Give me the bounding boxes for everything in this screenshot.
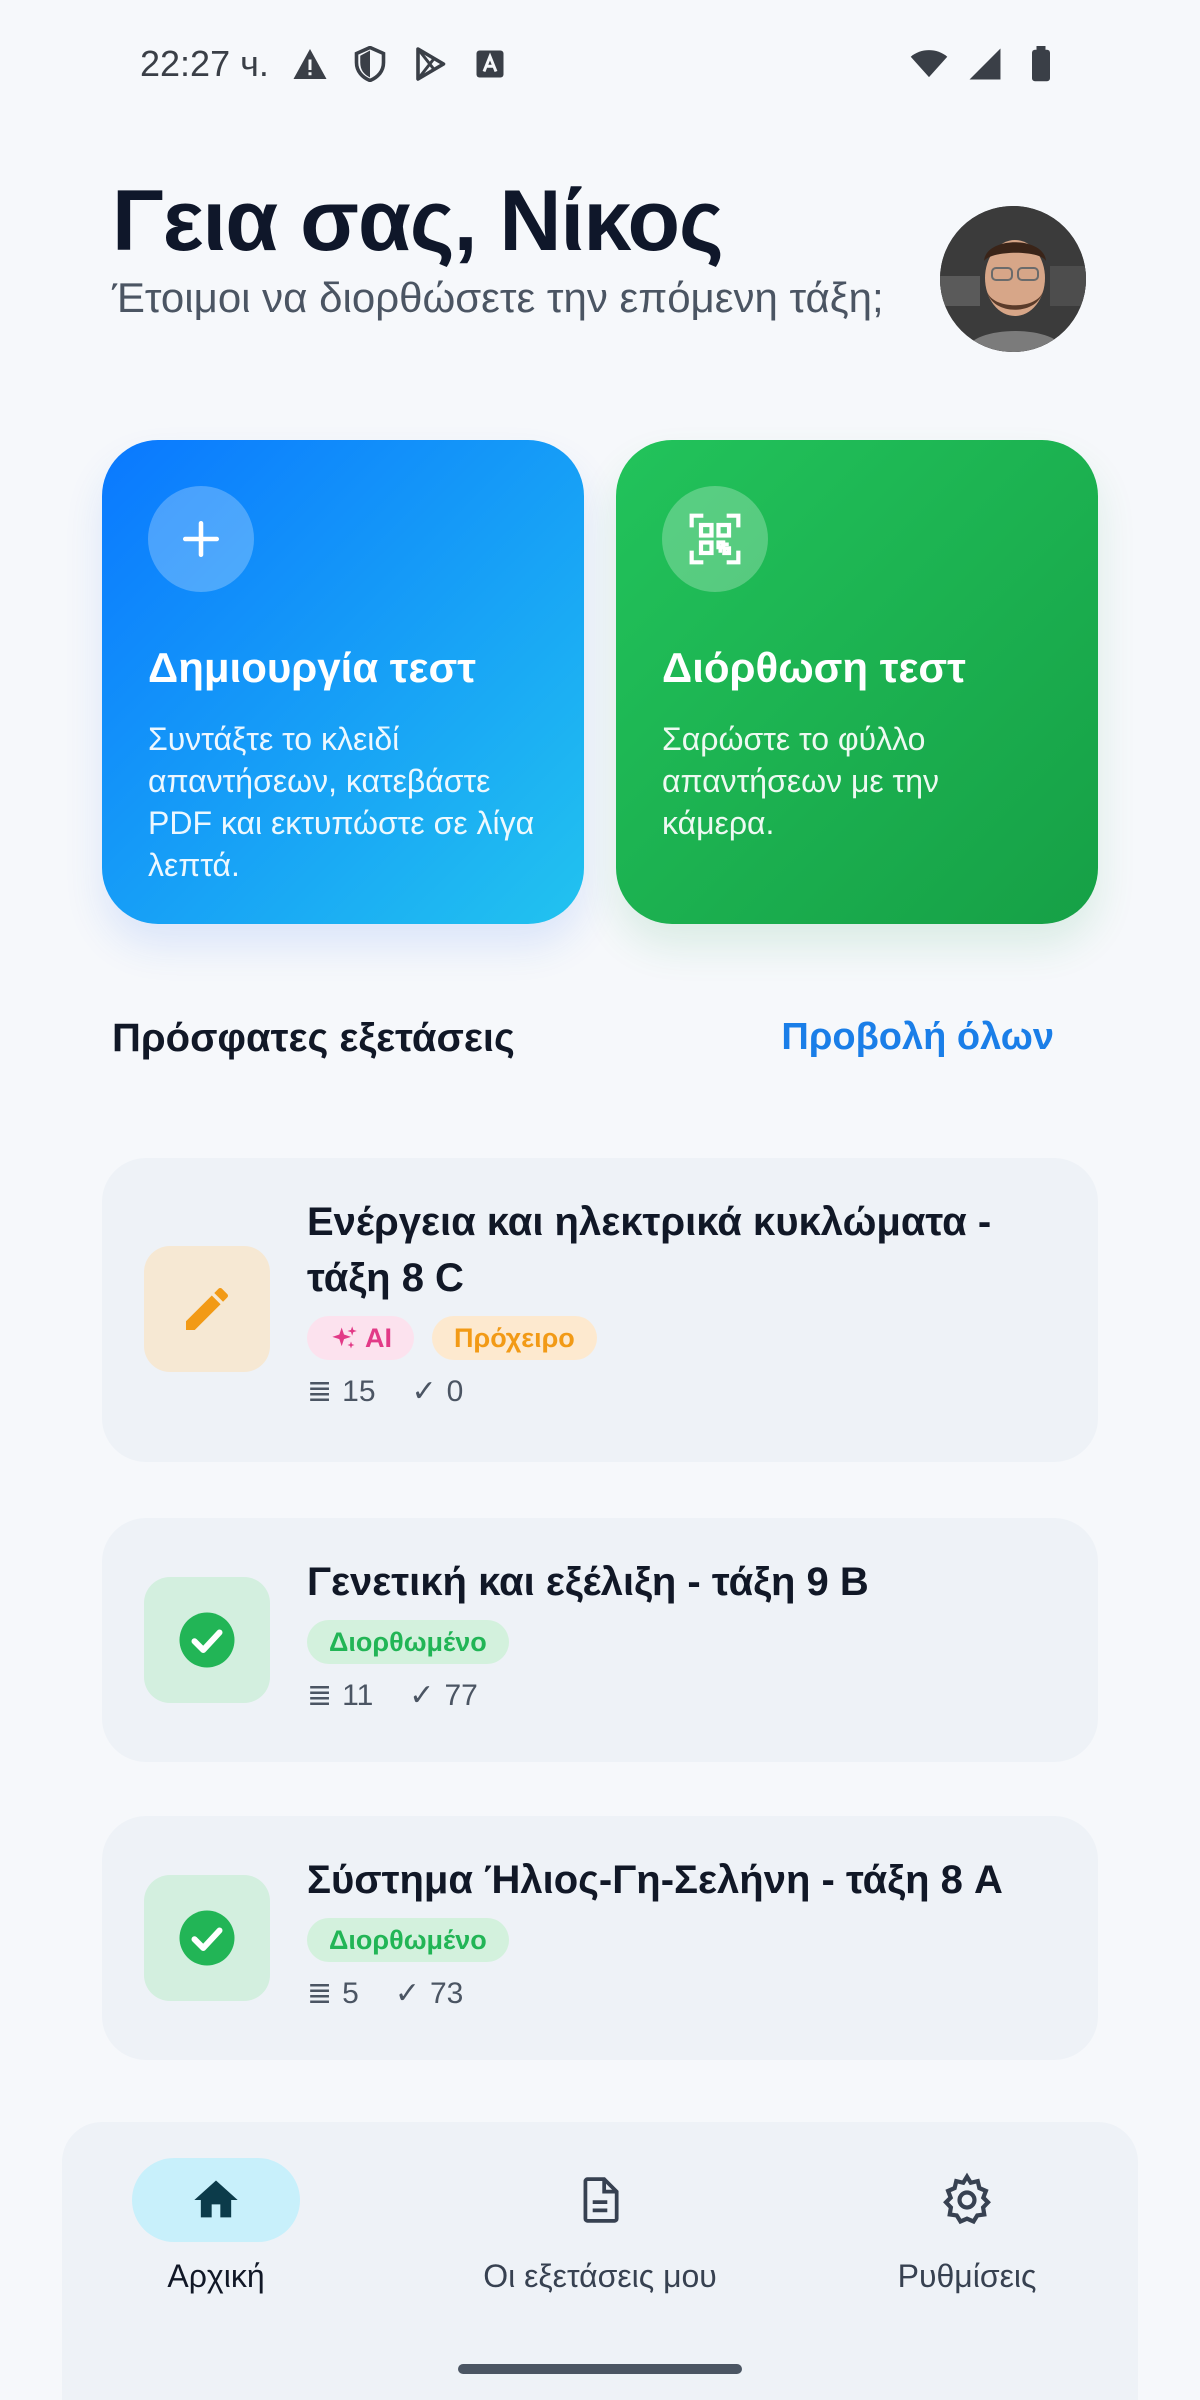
translate-icon xyxy=(471,45,509,83)
nav-settings[interactable]: Ρυθμίσεις xyxy=(797,2158,1137,2295)
wifi-icon xyxy=(910,45,948,83)
question-count: ≣ 11 xyxy=(307,1678,374,1713)
status-bar: 22:27 ч. xyxy=(0,0,1200,128)
home-icon xyxy=(132,2158,300,2242)
exam-card[interactable]: Γενετική και εξέλιξη - τάξη 9 B Διορθωμέ… xyxy=(102,1518,1098,1762)
signal-icon xyxy=(966,45,1004,83)
bottom-navigation: Αρχική Οι εξετάσεις μου Ρυθμίσεις xyxy=(62,2122,1138,2400)
qr-scan-icon xyxy=(662,486,768,592)
plus-icon xyxy=(148,486,254,592)
graded-badge: Διορθωμένο xyxy=(307,1620,509,1664)
greeting-title: Γεια σας, Νίκος xyxy=(112,173,724,269)
battery-icon xyxy=(1022,45,1060,83)
greeting-subtitle: Έτοιμοι να διορθώσετε την επόμενη τάξη; xyxy=(112,274,884,321)
recent-exams-title: Πρόσφατες εξετάσεις xyxy=(112,1016,515,1060)
create-test-title: Δημιουργία τεστ xyxy=(148,644,476,691)
grade-test-title: Διόρθωση τεστ xyxy=(662,644,966,691)
check-circle-icon xyxy=(144,1875,270,2001)
pencil-icon xyxy=(144,1246,270,1372)
list-icon: ≣ xyxy=(307,1375,333,1408)
create-test-description: Συντάξτε το κλειδί απαντήσεων, κατεβάστε… xyxy=(148,721,535,883)
warning-icon xyxy=(291,45,329,83)
question-count: ≣ 15 xyxy=(307,1374,376,1409)
list-icon: ≣ xyxy=(307,1977,333,2010)
document-icon xyxy=(516,2158,684,2242)
grade-test-description: Σαρώστε το φύλλο απαντήσεων με την κάμερ… xyxy=(662,721,939,841)
exam-title: Γενετική και εξέλιξη - τάξη 9 B xyxy=(307,1560,869,1604)
check-icon: ✓ xyxy=(394,1977,420,2010)
grade-test-card[interactable]: Διόρθωση τεστ Σαρώστε το φύλλο απαντήσεω… xyxy=(616,440,1098,924)
status-time: 22:27 ч. xyxy=(140,43,269,84)
graded-badge: Διορθωμένο xyxy=(307,1918,509,1962)
check-icon: ✓ xyxy=(411,1375,437,1408)
graded-count: ✓ 0 xyxy=(411,1374,464,1409)
ai-badge: AI xyxy=(307,1316,414,1360)
nav-my-exams[interactable]: Οι εξετάσεις μου xyxy=(430,2158,770,2295)
nav-home-label: Αρχική xyxy=(167,2258,265,2294)
nav-home[interactable]: Αρχική xyxy=(46,2158,386,2295)
check-circle-icon xyxy=(144,1577,270,1703)
sparkle-icon xyxy=(332,1326,357,1349)
graded-count: ✓ 73 xyxy=(394,1976,464,2011)
create-test-card[interactable]: Δημιουργία τεστ Συντάξτε το κλειδί απαντ… xyxy=(102,440,584,924)
exam-title: Σύστημα Ήλιος-Γη-Σελήνη - τάξη 8 A xyxy=(307,1858,1003,1902)
gear-icon xyxy=(883,2158,1051,2242)
nav-my-exams-label: Οι εξετάσεις μου xyxy=(483,2258,717,2294)
exam-card[interactable]: Ενέργεια και ηλεκτρικά κυκλώματα - τάξη … xyxy=(102,1158,1098,1462)
play-store-icon xyxy=(411,45,449,83)
check-icon: ✓ xyxy=(409,1679,435,1712)
avatar[interactable] xyxy=(940,206,1086,352)
nav-settings-label: Ρυθμίσεις xyxy=(897,2258,1037,2294)
graded-count: ✓ 77 xyxy=(409,1678,478,1713)
question-count: ≣ 5 xyxy=(307,1976,359,2011)
home-indicator[interactable] xyxy=(458,2364,742,2374)
shield-icon xyxy=(351,45,389,83)
home-screen: 22:27 ч. Γεια σας, Νίκος Έτοιμοι να διορ… xyxy=(0,0,1200,2400)
exam-card[interactable]: Σύστημα Ήλιος-Γη-Σελήνη - τάξη 8 A Διορθ… xyxy=(102,1816,1098,2060)
draft-badge: Πρόχειρο xyxy=(432,1316,597,1360)
list-icon: ≣ xyxy=(307,1679,333,1712)
exam-title: Ενέργεια και ηλεκτρικά κυκλώματα - τάξη … xyxy=(307,1200,992,1300)
view-all-link[interactable]: Προβολή όλων xyxy=(781,1016,1054,1059)
